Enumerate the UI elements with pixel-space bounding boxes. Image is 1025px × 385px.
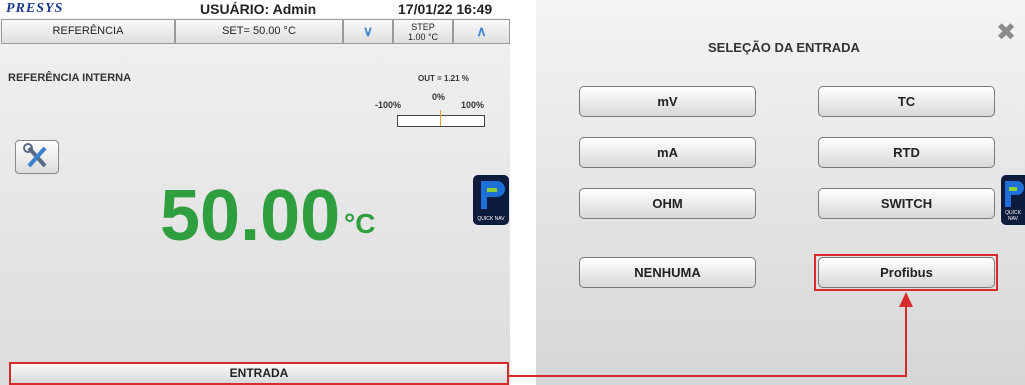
output-gauge <box>397 110 485 127</box>
chevron-down-icon: ∨ <box>362 23 374 39</box>
quick-nav-label: QUICK NAV <box>477 216 505 222</box>
tools-icon <box>23 143 47 168</box>
option-ma[interactable]: mA <box>579 137 756 168</box>
scale-min: -100% <box>375 100 402 110</box>
close-icon[interactable]: ✖ <box>996 18 1016 46</box>
reading-unit: °C <box>344 208 376 239</box>
step-field[interactable]: STEP 1.00 °C <box>393 19 453 44</box>
quick-nav-label-right: QUICK NAV <box>1005 210 1021 222</box>
option-rtd[interactable]: RTD <box>818 137 995 168</box>
quick-nav-icon <box>481 181 505 209</box>
brand-logo: PRESYS <box>6 1 64 16</box>
step-up-button[interactable]: ∧ <box>453 19 510 44</box>
step-label: STEP <box>411 22 435 32</box>
option-switch[interactable]: SWITCH <box>818 188 995 219</box>
header-bar: PRESYS USUÁRIO: Admin 17/01/22 16:49 <box>0 0 510 18</box>
datetime-label: 17/01/22 16:49 <box>398 1 493 17</box>
set-value-field[interactable]: SET= 50.00 °C <box>175 19 343 44</box>
user-label: USUÁRIO: Admin <box>200 1 317 17</box>
option-tc[interactable]: TC <box>818 86 995 117</box>
scale-mid: 0% <box>432 92 446 102</box>
output-label: OUT = 1.21 % <box>418 74 469 83</box>
entrada-button[interactable]: ENTRADA <box>9 362 509 385</box>
step-down-button[interactable]: ∨ <box>343 19 393 44</box>
quick-nav-icon <box>1005 181 1024 207</box>
tools-button[interactable] <box>15 140 59 174</box>
reading-value: 50.00 <box>160 176 341 256</box>
gauge-marker <box>440 110 441 126</box>
left-screen: PRESYS USUÁRIO: Admin 17/01/22 16:49 REF… <box>0 0 510 385</box>
step-value: 1.00 °C <box>407 32 439 42</box>
reference-label: REFERÊNCIA INTERNA <box>8 72 132 84</box>
option-mv[interactable]: mV <box>579 86 756 117</box>
option-ohm[interactable]: OHM <box>579 188 756 219</box>
scale-max: 100% <box>461 100 485 110</box>
profibus-highlight <box>814 254 998 291</box>
option-nenhuma[interactable]: NENHUMA <box>579 257 756 288</box>
dialog-title: SELEÇÃO DA ENTRADA <box>708 40 860 55</box>
chevron-up-icon: ∧ <box>476 23 487 39</box>
quick-nav-button-right[interactable]: QUICK NAV <box>1001 175 1025 225</box>
quick-nav-button[interactable]: QUICK NAV <box>473 175 509 225</box>
reference-tab[interactable]: REFERÊNCIA <box>1 19 175 44</box>
